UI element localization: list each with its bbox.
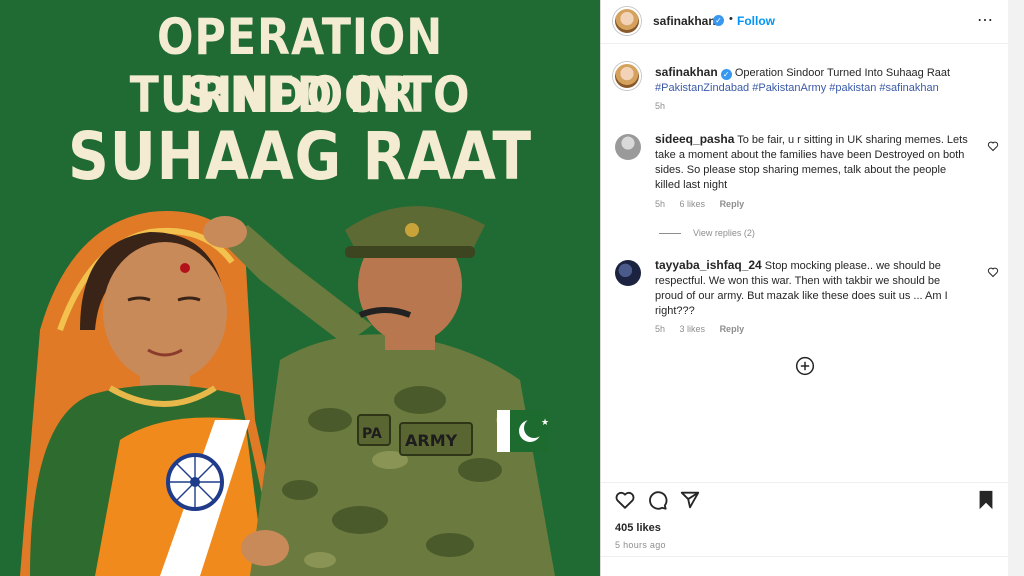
caption-text: safinakhan ✓ Operation Sindoor Turned In… xyxy=(655,65,985,96)
comment-likes[interactable]: 3 likes xyxy=(680,324,706,334)
comment-time: 5h xyxy=(655,324,666,334)
patch-label-army: ARMY xyxy=(405,431,458,450)
caption-time: 5h xyxy=(655,101,666,111)
comment-username[interactable]: sideeq_pasha xyxy=(655,132,734,146)
likes-count[interactable]: 405 likes xyxy=(615,522,661,534)
post-side-panel: safinakhan ✓ • Follow ⋯ safinakhan ✓ Ope… xyxy=(601,0,1008,576)
author-username[interactable]: safinakhan xyxy=(653,14,716,28)
replies-line xyxy=(659,233,681,235)
post-header: safinakhan ✓ • Follow ⋯ xyxy=(601,0,1008,44)
separator-dot: • xyxy=(729,13,733,25)
comment-meta: 5h 3 likes Reply xyxy=(655,324,756,334)
post-actions-bar xyxy=(601,482,1008,516)
share-icon[interactable] xyxy=(679,489,701,511)
post-time-ago: 5 hours ago xyxy=(615,540,666,550)
comment-icon[interactable] xyxy=(646,489,668,511)
add-circle-icon[interactable] xyxy=(795,356,815,376)
more-options-icon[interactable]: ⋯ xyxy=(977,10,994,30)
patch-label-pa: PA xyxy=(362,426,382,442)
view-replies-button[interactable]: View replies (2) xyxy=(659,228,755,238)
page-gutter xyxy=(1008,0,1024,576)
verified-icon: ✓ xyxy=(713,15,724,26)
comment-text: sideeq_pasha To be fair, u r sitting in … xyxy=(655,132,971,193)
comment-time: 5h xyxy=(655,199,666,209)
caption-username[interactable]: safinakhan xyxy=(655,65,718,79)
view-replies-label: View replies (2) xyxy=(693,228,755,238)
caption-body: Operation Sindoor Turned Into Suhaag Raa… xyxy=(734,67,951,79)
heart-icon[interactable] xyxy=(614,489,636,511)
caption-verified-icon: ✓ xyxy=(720,69,732,80)
comment-username[interactable]: tayyaba_ishfaq_24 xyxy=(655,258,762,272)
comment-likes[interactable]: 6 likes xyxy=(680,199,706,209)
commenter-avatar[interactable] xyxy=(615,134,641,160)
follow-button[interactable]: Follow xyxy=(737,14,775,28)
divider xyxy=(601,556,1008,557)
commenter-avatar[interactable] xyxy=(615,260,641,286)
caption-author-avatar[interactable] xyxy=(613,62,641,90)
comment-like-heart-icon[interactable] xyxy=(987,140,999,152)
comment-meta: 5h 6 likes Reply xyxy=(655,199,756,209)
post-image[interactable]: ★ OPERATION SINDOOR TURNED INTO SUHAAG R… xyxy=(0,0,600,576)
comment-like-heart-icon[interactable] xyxy=(987,266,999,278)
caption-hashtags[interactable]: #PakistanZindabad #PakistanArmy #pakista… xyxy=(655,82,939,94)
reply-button[interactable]: Reply xyxy=(720,324,745,334)
reply-button[interactable]: Reply xyxy=(720,199,745,209)
author-avatar[interactable] xyxy=(613,7,641,35)
uniform-patch-labels: PA ARMY xyxy=(362,426,458,450)
comment-text: tayyaba_ishfaq_24 Stop mocking please.. … xyxy=(655,258,971,319)
bookmark-icon[interactable] xyxy=(976,489,996,511)
